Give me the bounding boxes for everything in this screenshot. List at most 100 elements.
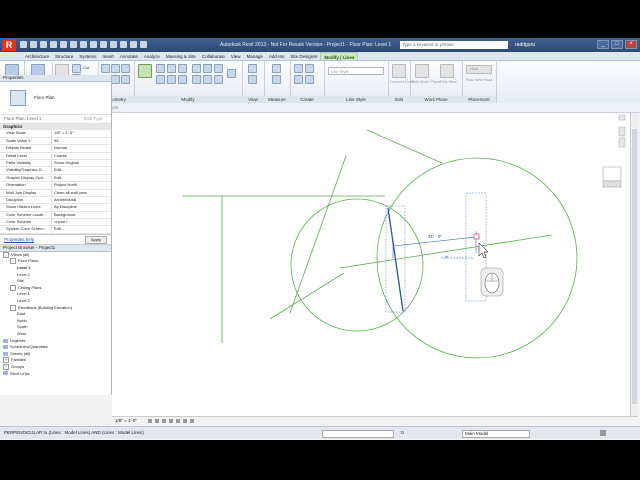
property-row[interactable]: Graphic Display Opti... Edit...: [0, 174, 111, 183]
thin-lines-icon[interactable]: [130, 41, 137, 48]
cut-icon[interactable]: [72, 64, 81, 73]
property-row[interactable]: Color Scheme Locati... Background: [0, 211, 111, 220]
tab-analyze[interactable]: Analyze: [141, 52, 163, 60]
browser-node[interactable]: Legends: [0, 338, 111, 345]
visual-style-icon[interactable]: [155, 419, 159, 423]
crop-view-icon[interactable]: [176, 419, 180, 423]
workset-box[interactable]: [322, 430, 394, 438]
aligned-dimension-icon[interactable]: [272, 75, 281, 84]
browser-node[interactable]: Level 2: [0, 272, 111, 279]
align-icon[interactable]: [138, 64, 152, 78]
expand-toggle-icon[interactable]: +: [3, 357, 9, 364]
browser-node[interactable]: Level 1: [0, 291, 111, 298]
demolish-icon[interactable]: [121, 75, 130, 84]
browser-node[interactable]: Sheets (all): [0, 351, 111, 358]
create-group-icon[interactable]: [294, 75, 303, 84]
expand-toggle-icon[interactable]: -: [10, 284, 16, 291]
pick-new-icon[interactable]: [440, 64, 454, 78]
tab-insert[interactable]: Insert: [100, 52, 117, 60]
mirror-pick-icon[interactable]: [167, 64, 176, 73]
paint-icon[interactable]: [111, 75, 120, 84]
rotate-icon[interactable]: [178, 75, 187, 84]
browser-node[interactable]: - Views (all): [0, 251, 111, 259]
property-value[interactable]: Clean all wall joins: [52, 190, 111, 196]
join-geometry-icon[interactable]: [121, 64, 130, 73]
dimension-text[interactable]: 31' - 0": [428, 234, 442, 239]
scrollbar-thumb[interactable]: [632, 129, 637, 404]
nav-bar-up-icon[interactable]: [618, 114, 626, 121]
property-value[interactable]: 1/8" = 1'-0": [52, 130, 111, 136]
tab-manage[interactable]: Manage: [244, 52, 266, 60]
section-icon[interactable]: [120, 41, 127, 48]
open-icon[interactable]: [20, 41, 27, 48]
expand-toggle-icon[interactable]: -: [10, 258, 16, 265]
browser-node[interactable]: Site: [0, 278, 111, 285]
property-row[interactable]: Detail Level Coarse: [0, 152, 111, 160]
shadows-icon[interactable]: [169, 419, 173, 423]
tab-collaborate[interactable]: Collaborate: [199, 52, 228, 60]
property-value[interactable]: Coarse: [52, 153, 111, 159]
tab-architecture[interactable]: Architecture: [22, 52, 52, 60]
undo-icon[interactable]: [40, 41, 47, 48]
sun-path-icon[interactable]: [162, 419, 166, 423]
property-row[interactable]: System Color Schem... Edit...: [0, 226, 111, 234]
view-cube-icon[interactable]: [602, 166, 622, 182]
browser-node[interactable]: + Groups: [0, 363, 111, 371]
property-value[interactable]: Edit...: [52, 175, 111, 181]
dimension-icon[interactable]: [80, 41, 87, 48]
browser-node[interactable]: + Families: [0, 357, 111, 364]
save-icon[interactable]: [30, 41, 37, 48]
tab-massing-site[interactable]: Massing & Site: [163, 52, 199, 60]
hide-in-view-icon[interactable]: [248, 64, 257, 73]
property-value[interactable]: 96: [52, 138, 111, 144]
circle-arc[interactable]: [376, 157, 578, 359]
create-assembly-icon[interactable]: [294, 64, 303, 73]
convert-lines-icon[interactable]: [392, 64, 406, 78]
move-icon[interactable]: [156, 75, 165, 84]
tab-systems[interactable]: Systems: [76, 52, 99, 60]
property-value[interactable]: Edit...: [52, 167, 111, 173]
scale-icon[interactable]: [203, 75, 212, 84]
cope-icon[interactable]: [101, 64, 110, 73]
browser-node[interactable]: - Ceiling Plans: [0, 284, 111, 292]
browser-node[interactable]: Level 2: [0, 298, 111, 305]
property-row[interactable]: View Scale 1/8" = 1'-0": [0, 130, 111, 138]
text-icon[interactable]: [100, 41, 107, 48]
print-icon[interactable]: [60, 41, 67, 48]
reveal-hidden-icon[interactable]: [190, 419, 194, 423]
property-row[interactable]: Wall Join Display Clean all wall joins: [0, 189, 111, 197]
delete-icon[interactable]: [227, 69, 236, 78]
endpoint-grip[interactable]: [473, 233, 480, 240]
expand-toggle-icon[interactable]: -: [3, 251, 9, 258]
split-element-icon[interactable]: [203, 64, 212, 73]
split-gap-icon[interactable]: [214, 64, 223, 73]
browser-node[interactable]: West: [0, 331, 111, 338]
measure-tool-icon[interactable]: [272, 64, 281, 73]
model-line[interactable]: [366, 129, 443, 164]
browser-node[interactable]: North: [0, 318, 111, 325]
property-row[interactable]: Parts Visibility Show Original: [0, 159, 111, 168]
browser-node[interactable]: - Floor Plans: [0, 258, 111, 265]
redo-icon[interactable]: [50, 41, 57, 48]
browser-node[interactable]: South: [0, 324, 111, 331]
tab-view[interactable]: View: [228, 52, 244, 60]
tab-site-designer[interactable]: Site Designer: [287, 52, 320, 60]
browser-node[interactable]: Schedules/Quantities: [0, 344, 111, 351]
property-row[interactable]: Visibility/Graphics O... Edit...: [0, 167, 111, 175]
property-value[interactable]: Show Original: [52, 160, 111, 166]
property-value[interactable]: Background: [52, 212, 111, 218]
view-scale[interactable]: 1/8" = 1'-0": [115, 417, 137, 425]
property-row[interactable]: Scale Value 1: 96: [0, 137, 111, 146]
trim-extend-corner-icon[interactable]: [192, 64, 201, 73]
detail-level-icon[interactable]: [148, 419, 152, 423]
measure-icon[interactable]: [70, 41, 77, 48]
selected-line[interactable]: [387, 207, 404, 312]
tab-annotate[interactable]: Annotate: [117, 52, 141, 60]
property-row[interactable]: Orientation Project North: [0, 182, 111, 190]
drawing-canvas[interactable]: 31' - 0" 8': [112, 113, 630, 416]
edit-type-button[interactable]: Edit Type: [84, 115, 103, 123]
3d-view-icon[interactable]: [110, 41, 117, 48]
drawing-svg[interactable]: 31' - 0" 8': [112, 113, 630, 416]
cut-geometry-icon[interactable]: [111, 64, 120, 73]
mirror-draw-icon[interactable]: [178, 64, 187, 73]
